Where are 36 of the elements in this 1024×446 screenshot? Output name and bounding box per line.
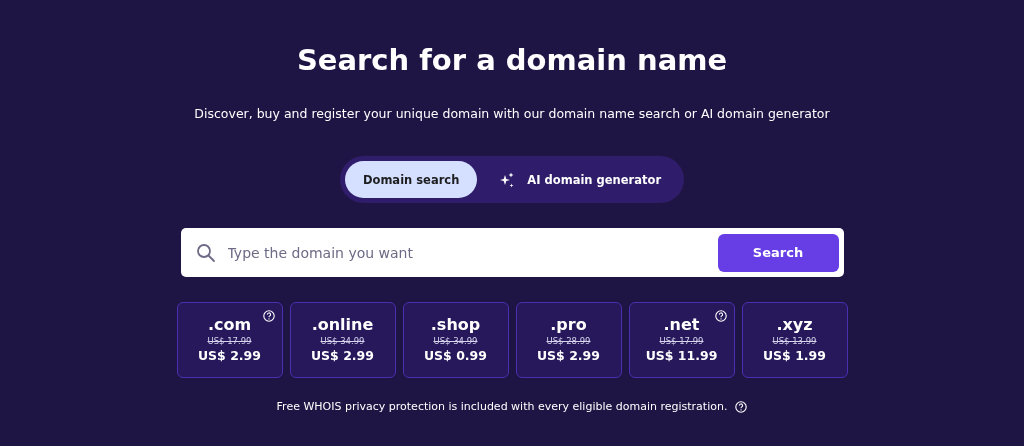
domain-extension: .com: [207, 315, 252, 335]
mode-tab[interactable]: Domain search: [344, 161, 478, 198]
domain-extension: .pro: [550, 315, 587, 335]
help-icon[interactable]: [735, 400, 748, 413]
help-icon[interactable]: [714, 310, 727, 322]
search-button[interactable]: Search: [717, 233, 839, 272]
footnote: Free WHOIS privacy protection is included with every eligible domain registration.: [276, 400, 728, 413]
price: US$ 2.99: [197, 347, 261, 365]
domain-extension: .xyz: [776, 315, 813, 335]
old-price: US$ 13.99: [772, 335, 817, 347]
domain-extension: .net: [663, 315, 700, 335]
old-price: US$ 17.99: [207, 335, 252, 347]
domain-card[interactable]: .xyz US$ 13.99 US$ 1.99: [741, 302, 848, 378]
old-price: US$ 28.99: [546, 335, 591, 347]
price: US$ 11.99: [645, 347, 718, 365]
page-title: Search for a domain name: [296, 42, 728, 79]
price: US$ 2.99: [536, 347, 600, 365]
price: US$ 0.99: [423, 347, 487, 365]
domain-extension: .online: [311, 315, 374, 335]
subtitle: Discover, buy and register your unique domain with our domain name search or AI domain generator: [194, 106, 830, 122]
search-icon: [195, 242, 216, 263]
domain-extension: .shop: [430, 315, 481, 335]
old-price: US$ 17.99: [659, 335, 704, 347]
domain-card[interactable]: .pro US$ 28.99 US$ 2.99: [515, 302, 622, 378]
old-price: US$ 34.99: [433, 335, 478, 347]
domain-card[interactable]: .shop US$ 34.99 US$ 0.99: [402, 302, 509, 378]
price: US$ 2.99: [310, 347, 374, 365]
sparkle-icon: [499, 171, 516, 188]
price: US$ 1.99: [762, 347, 826, 365]
domain-card[interactable]: .com US$ 17.99 US$ 2.99: [176, 302, 283, 378]
old-price: US$ 34.99: [320, 335, 365, 347]
search-field[interactable]: Type the domain you want Search: [180, 228, 844, 277]
domain-card[interactable]: .net US$ 17.99 US$ 11.99: [628, 302, 735, 378]
help-icon[interactable]: [262, 310, 275, 322]
mode-tab[interactable]: AI domain generator: [481, 161, 680, 198]
domain-card[interactable]: .online US$ 34.99 US$ 2.99: [289, 302, 396, 378]
